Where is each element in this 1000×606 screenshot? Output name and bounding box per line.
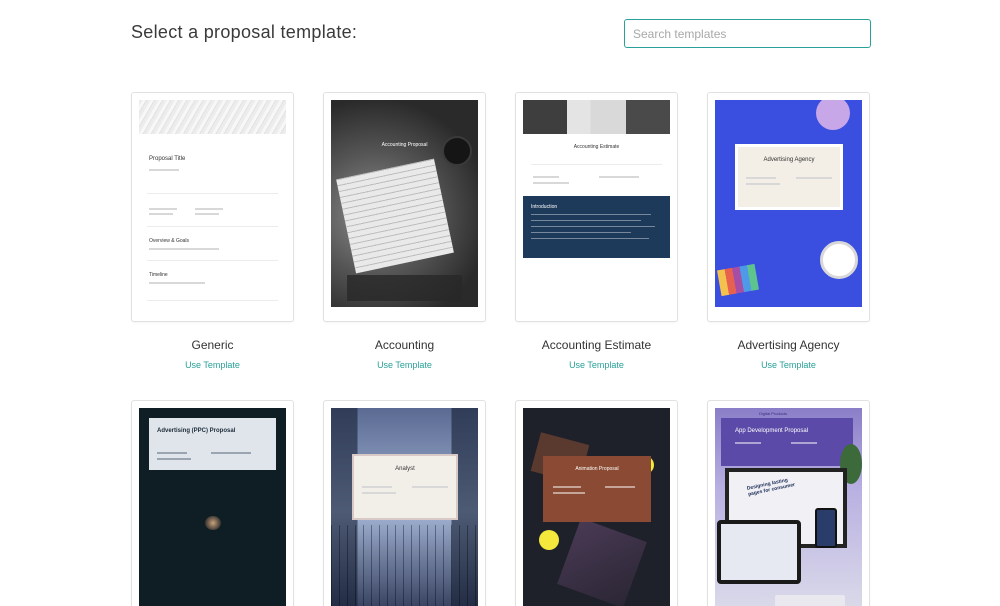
thumb-title: Analyst [395, 466, 415, 472]
header-image [523, 100, 670, 134]
template-thumbnail: Accounting Estimate Introduction [523, 100, 670, 307]
template-thumbnail: Digital Products App Development Proposa… [715, 408, 862, 606]
thumb-title: Accounting Proposal [381, 142, 428, 148]
use-template-link[interactable]: Use Template [707, 360, 870, 370]
template-thumbnail-frame[interactable]: Proposal Title Overview & Goals Timeline [131, 92, 294, 322]
template-thumbnail: Analyst [331, 408, 478, 606]
building-lines [331, 525, 478, 606]
use-template-link[interactable]: Use Template [323, 360, 486, 370]
person-image [205, 516, 221, 530]
thumb-title: Animation Proposal [575, 466, 619, 472]
banner-label: Digital Products [759, 411, 788, 416]
template-name: Accounting [374, 338, 435, 352]
template-name: Accounting Estimate [541, 338, 652, 352]
template-thumbnail: Proposal Title Overview & Goals Timeline [139, 100, 286, 307]
template-name: Advertising Agency [737, 338, 840, 352]
phone-image [815, 508, 837, 548]
title-card: Animation Proposal [543, 456, 651, 522]
coffee-cup-image [442, 136, 472, 166]
search-input[interactable] [624, 19, 871, 48]
template-thumbnail: Animation Proposal [523, 408, 670, 606]
use-template-link[interactable]: Use Template [131, 360, 294, 370]
template-name: Generic [191, 338, 234, 352]
thumb-title: Advertising (PPC) Proposal [157, 428, 236, 434]
template-thumbnail-frame[interactable]: Accounting Proposal [323, 92, 486, 322]
header-image [139, 100, 286, 134]
thumb-title: Proposal Title [149, 156, 186, 162]
page-title: Select a proposal template: [131, 22, 358, 42]
template-card-accounting[interactable]: Accounting Proposal Accounting Use Templ… [323, 92, 486, 370]
thumb-title: App Development Proposal [735, 428, 809, 434]
thumb-section: Timeline [149, 272, 168, 278]
shape-image [539, 530, 559, 550]
mug-image [820, 241, 858, 279]
thumb-title: Advertising Agency [763, 157, 815, 163]
paper-image [336, 158, 454, 274]
monitor-tagline: Designing lasting pages for consumer [746, 477, 796, 498]
thumb-section: Overview & Goals [149, 238, 190, 244]
template-card-accounting-estimate[interactable]: Accounting Estimate Introduction Account… [515, 92, 678, 370]
template-card-analyst[interactable]: Analyst [323, 400, 486, 606]
use-template-link[interactable]: Use Template [515, 360, 678, 370]
template-card-app-development[interactable]: Digital Products App Development Proposa… [707, 400, 870, 606]
template-thumbnail-frame[interactable]: Advertising (PPC) Proposal [131, 400, 294, 606]
info-box [347, 275, 462, 301]
title-card: Advertising (PPC) Proposal [149, 418, 276, 470]
thumb-title: Accounting Estimate [573, 144, 620, 150]
tablet-image [717, 520, 801, 584]
title-banner: App Development Proposal [721, 418, 853, 466]
template-thumbnail-frame[interactable]: Analyst [323, 400, 486, 606]
keyboard-image [775, 595, 845, 606]
thumb-section: Introduction [531, 204, 558, 210]
title-card: Analyst [352, 454, 458, 520]
template-thumbnail-frame[interactable]: Animation Proposal [515, 400, 678, 606]
template-card-animation[interactable]: Animation Proposal [515, 400, 678, 606]
template-thumbnail: Advertising (PPC) Proposal [139, 408, 286, 606]
template-thumbnail-frame[interactable]: Advertising Agency [707, 92, 870, 322]
title-card: Advertising Agency [735, 144, 843, 210]
template-thumbnail-frame[interactable]: Accounting Estimate Introduction [515, 92, 678, 322]
template-card-advertising-agency[interactable]: Advertising Agency Advertising Agency Us… [707, 92, 870, 370]
template-thumbnail: Accounting Proposal [331, 100, 478, 307]
template-card-advertising-ppc[interactable]: Advertising (PPC) Proposal [131, 400, 294, 606]
template-thumbnail-frame[interactable]: Digital Products App Development Proposa… [707, 400, 870, 606]
template-thumbnail: Advertising Agency [715, 100, 862, 307]
intro-section: Introduction [523, 196, 670, 258]
template-card-generic[interactable]: Proposal Title Overview & Goals Timeline… [131, 92, 294, 370]
